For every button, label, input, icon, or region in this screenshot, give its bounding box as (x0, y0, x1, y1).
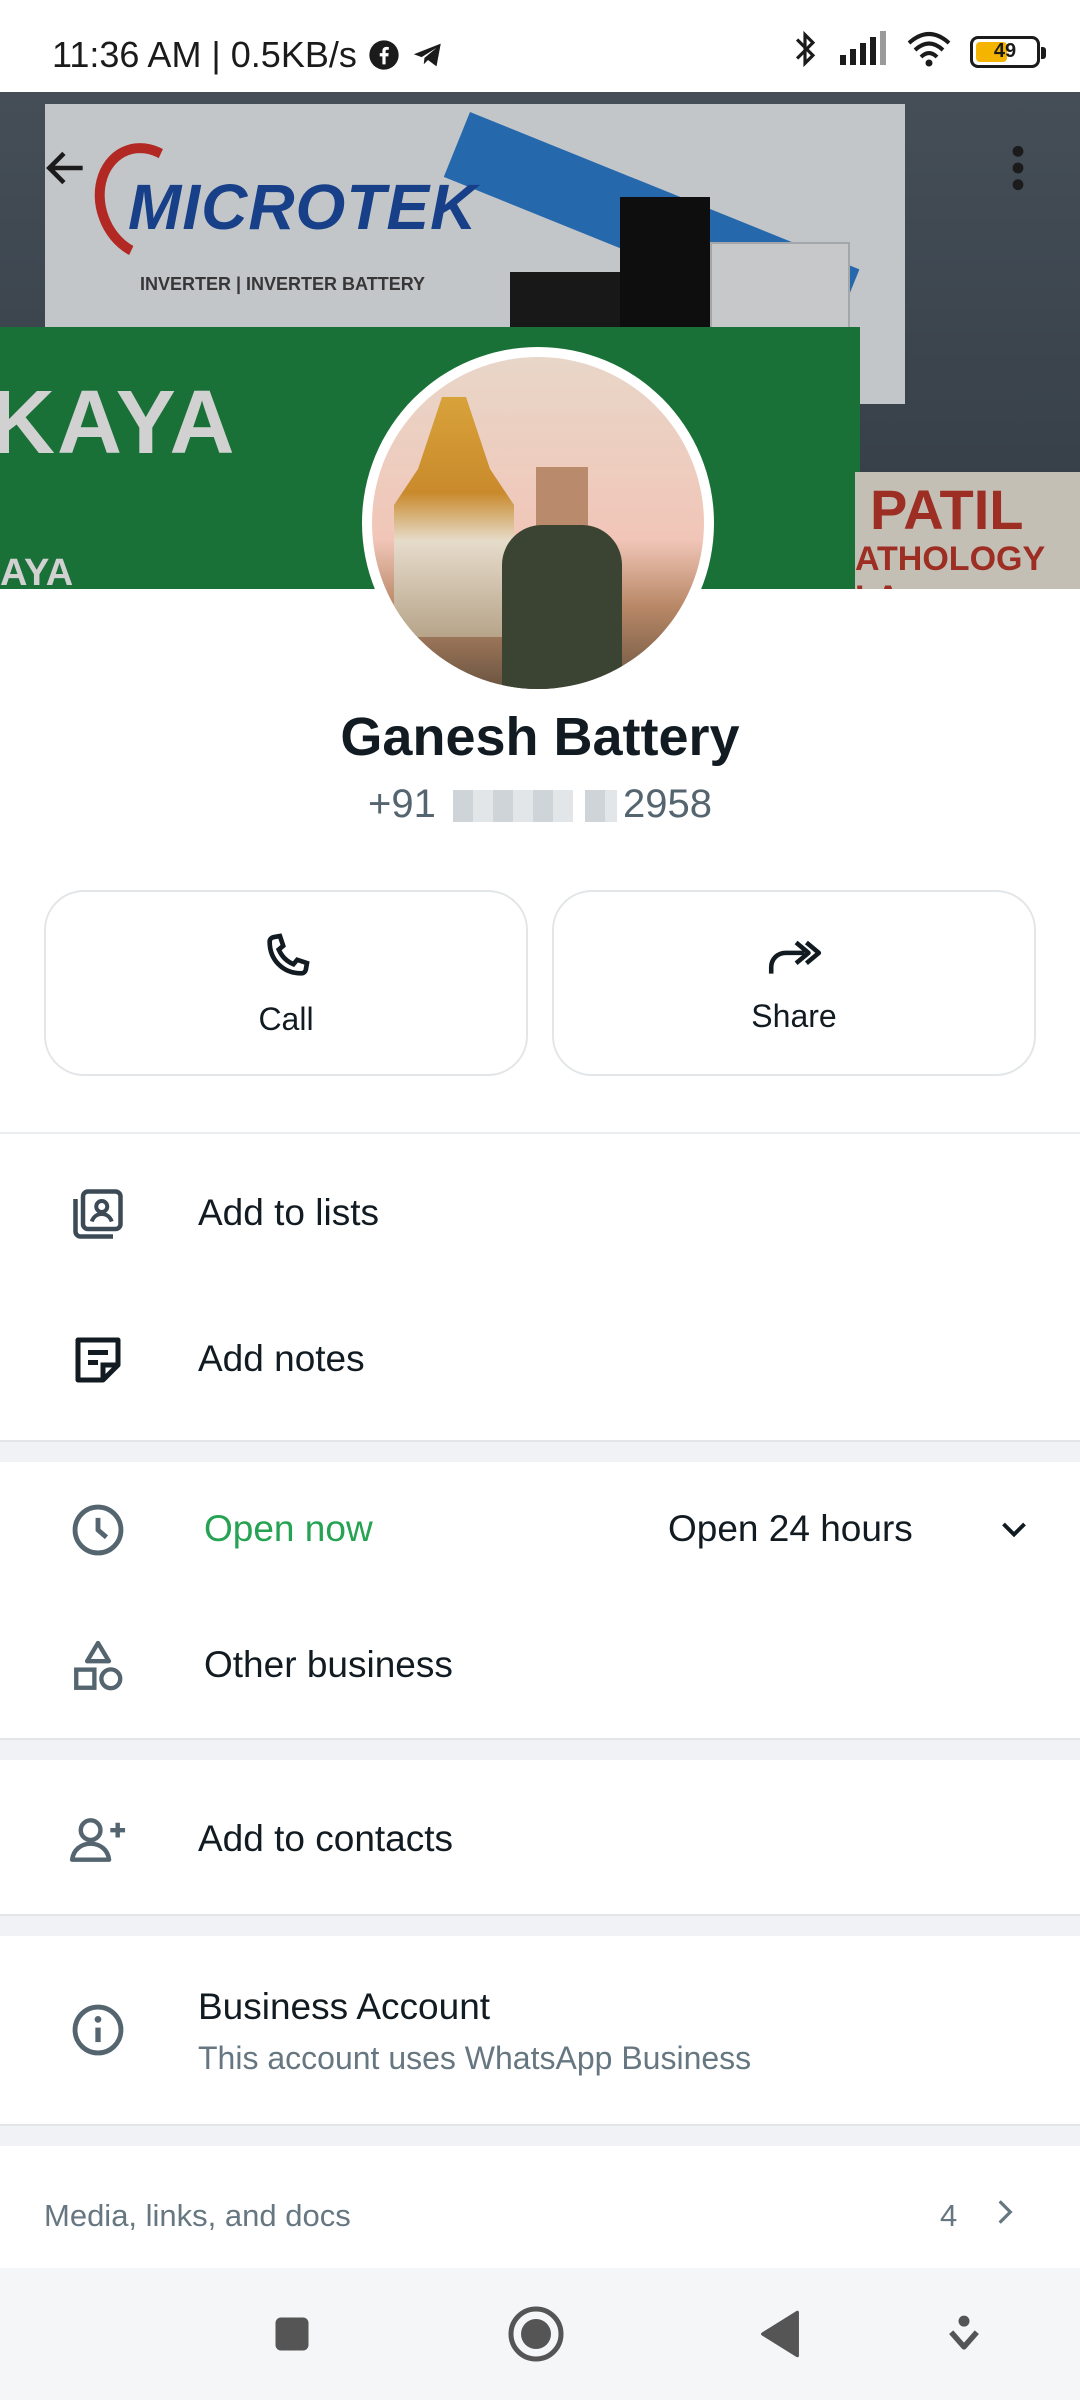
square-icon (275, 2317, 309, 2351)
system-nav-bar (0, 2268, 1080, 2400)
status-left: 11:36 AM | 0.5KB/s (52, 34, 445, 76)
telegram-icon (411, 38, 445, 72)
action-buttons: Call Share (44, 890, 1036, 1076)
dropdown-arrow-icon (949, 2315, 979, 2350)
media-count: 4 (940, 2198, 958, 2233)
contact-phone: +91 2958 (0, 782, 1080, 827)
assistant-button[interactable] (924, 2294, 1004, 2374)
status-right: 49 (790, 30, 1046, 73)
status-bar: 11:36 AM | 0.5KB/s 49 (0, 0, 1080, 92)
more-options-button[interactable] (978, 128, 1058, 208)
open-status: Open now (204, 1508, 373, 1549)
add-to-contacts-label: Add to contacts (198, 1818, 454, 1859)
clock-icon (62, 1494, 134, 1566)
add-to-lists-label: Add to lists (198, 1192, 379, 1233)
avatar[interactable] (362, 347, 714, 699)
home-circle-icon (508, 2306, 564, 2362)
bluetooth-icon (790, 30, 820, 73)
share-label: Share (751, 997, 837, 1034)
section-divider (0, 1440, 1080, 1462)
phone-mask (453, 790, 573, 823)
section-divider (0, 2124, 1080, 2146)
signal-icon (838, 31, 888, 72)
business-account-row[interactable] (0, 1960, 1080, 2100)
section-divider (0, 1914, 1080, 1936)
add-notes-row[interactable]: Add notes (0, 1310, 1080, 1410)
media-links-docs-row[interactable]: Media, links, and docs 4 (0, 2148, 1080, 2268)
lists-icon (62, 1178, 134, 1250)
add-contact-icon (62, 1804, 134, 1876)
info-icon (62, 1994, 134, 2066)
category-shapes-icon (62, 1630, 134, 1702)
business-account-subtitle: This account uses WhatsApp Business (198, 2040, 752, 2076)
battery-icon: 49 (970, 35, 1046, 68)
contact-name: Ganesh Battery (340, 707, 740, 767)
phone-mask-small (585, 790, 617, 823)
hours-row[interactable]: Open now Open 24 hours (0, 1480, 1080, 1580)
add-notes-label: Add notes (198, 1338, 365, 1379)
category-label: Other business (204, 1644, 453, 1685)
media-label: Media, links, and docs (44, 2198, 351, 2233)
add-to-contacts-row[interactable]: Add to contacts (0, 1790, 1080, 1890)
chevron-right-icon (985, 2192, 1025, 2232)
battery-level: 49 (993, 40, 1017, 62)
wifi-icon (906, 31, 952, 72)
section-divider (0, 1738, 1080, 1760)
phone-suffix: 2958 (623, 782, 712, 826)
category-row: Other business (0, 1616, 1080, 1716)
forward-icon (768, 940, 822, 974)
chevron-down-icon[interactable] (990, 1506, 1038, 1554)
status-time: 11:36 AM | 0.5KB/s (52, 34, 357, 75)
more-vert-icon (1012, 145, 1024, 191)
recents-button[interactable] (252, 2294, 332, 2374)
triangle-back-icon (761, 2310, 799, 2358)
add-to-lists-row[interactable]: Add to lists (0, 1164, 1080, 1264)
call-button[interactable]: Call (44, 890, 528, 1076)
phone-prefix: +91 (368, 782, 436, 826)
open-hours: Open 24 hours (668, 1508, 913, 1549)
back-button[interactable] (26, 128, 106, 208)
facebook-icon (367, 38, 401, 72)
back-nav-button[interactable] (740, 2294, 820, 2374)
divider (0, 1132, 1080, 1134)
notes-icon (62, 1324, 134, 1396)
business-account-title: Business Account (198, 1986, 491, 2027)
share-button[interactable]: Share (552, 890, 1036, 1076)
call-label: Call (258, 1000, 314, 1037)
home-button[interactable] (496, 2294, 576, 2374)
back-arrow-icon (46, 151, 83, 185)
phone-icon (267, 932, 310, 976)
